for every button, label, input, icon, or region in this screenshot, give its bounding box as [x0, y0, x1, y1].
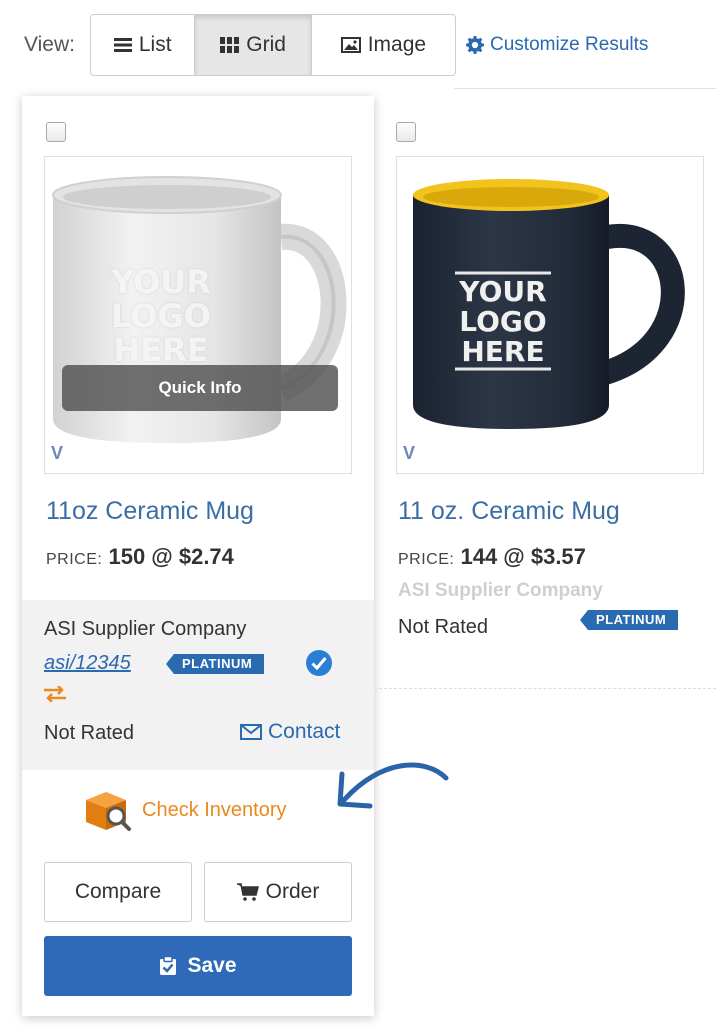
view-grid-button[interactable]: Grid — [195, 15, 312, 75]
price-value: 144 @ $3.57 — [460, 544, 586, 569]
verified-check-icon — [306, 650, 332, 676]
toolbar-divider — [454, 88, 716, 89]
order-label: Order — [265, 880, 320, 903]
supplier-panel: ASI Supplier Company asi/12345 PLATINUM … — [22, 600, 374, 770]
product-2-title[interactable]: 11 oz. Ceramic Mug — [398, 496, 620, 526]
check-inventory-link[interactable]: Check Inventory — [82, 788, 287, 832]
product-2-supplier-name: ASI Supplier Company — [398, 580, 603, 601]
product-2-supplier-rating: Not Rated — [398, 616, 489, 638]
grid-icon — [220, 37, 240, 53]
logo-line-2: LOGO — [459, 305, 547, 338]
compare-button[interactable]: Compare — [44, 862, 192, 922]
view-toggle-group: List Grid Image — [90, 14, 456, 76]
product-1-logo-placeholder: YOUR LOGO HERE — [101, 265, 221, 367]
check-inventory-label: Check Inventory — [142, 798, 287, 821]
inventory-box-icon — [86, 792, 131, 831]
price-label: PRICE: — [398, 551, 455, 568]
asi-number-link[interactable]: asi/12345 — [44, 650, 131, 676]
price-label: PRICE: — [46, 551, 103, 568]
product-2-platinum-badge: PLATINUM — [580, 610, 679, 630]
view-list-label: List — [138, 33, 172, 56]
view-label: View: — [24, 33, 75, 56]
save-button[interactable]: Save — [44, 936, 352, 996]
annotation-arrow-icon — [337, 762, 449, 809]
contact-link[interactable]: Contact — [240, 720, 340, 744]
platinum-badge: PLATINUM — [166, 654, 265, 674]
quick-info-button[interactable]: Quick Info — [62, 365, 338, 411]
view-image-button[interactable]: Image — [312, 15, 455, 75]
image-icon — [340, 37, 361, 53]
virtual-sample-icon[interactable]: V — [51, 443, 63, 464]
product-2-logo-placeholder: YOUR LOGO HERE — [447, 277, 559, 367]
customize-results-link[interactable]: Customize Results — [466, 30, 648, 60]
customize-results-label: Customize Results — [490, 34, 649, 55]
compare-label: Compare — [74, 880, 162, 903]
clipboard-check-icon — [160, 956, 177, 975]
product-1-select-checkbox[interactable] — [46, 122, 66, 142]
product-2-price: PRICE: 144 @ $3.57 — [398, 542, 586, 575]
view-grid-label: Grid — [246, 33, 286, 56]
product-2-select-checkbox[interactable] — [396, 122, 416, 142]
view-image-label: Image — [367, 33, 427, 56]
card-row-divider — [374, 688, 716, 689]
logo-line-3: HERE — [461, 335, 545, 368]
product-card-1: YOUR LOGO HERE Quick Info V 11oz Ceramic… — [22, 96, 374, 1016]
product-1-price: PRICE: 150 @ $2.74 — [46, 542, 234, 575]
cart-icon — [236, 883, 259, 901]
envelope-icon — [240, 724, 262, 740]
list-icon — [113, 38, 132, 52]
supplier-rating: Not Rated — [44, 722, 135, 744]
logo-line-2: LOGO — [111, 297, 211, 335]
contact-label: Contact — [268, 720, 341, 743]
supplier-name: ASI Supplier Company — [44, 618, 247, 640]
gear-icon — [466, 36, 484, 54]
save-label: Save — [187, 954, 237, 977]
product-2-image[interactable]: YOUR LOGO HERE V — [396, 156, 704, 474]
exchange-arrows-icon[interactable] — [44, 685, 66, 707]
logo-line-3: HERE — [113, 331, 209, 369]
product-1-image[interactable]: YOUR LOGO HERE Quick Info V — [44, 156, 352, 474]
logo-line-1: YOUR — [111, 263, 211, 301]
view-list-button[interactable]: List — [91, 15, 196, 75]
virtual-sample-icon[interactable]: V — [403, 443, 415, 464]
price-value: 150 @ $2.74 — [108, 544, 234, 569]
order-button[interactable]: Order — [204, 862, 352, 922]
product-1-title[interactable]: 11oz Ceramic Mug — [46, 496, 254, 526]
logo-line-1: YOUR — [459, 275, 547, 308]
